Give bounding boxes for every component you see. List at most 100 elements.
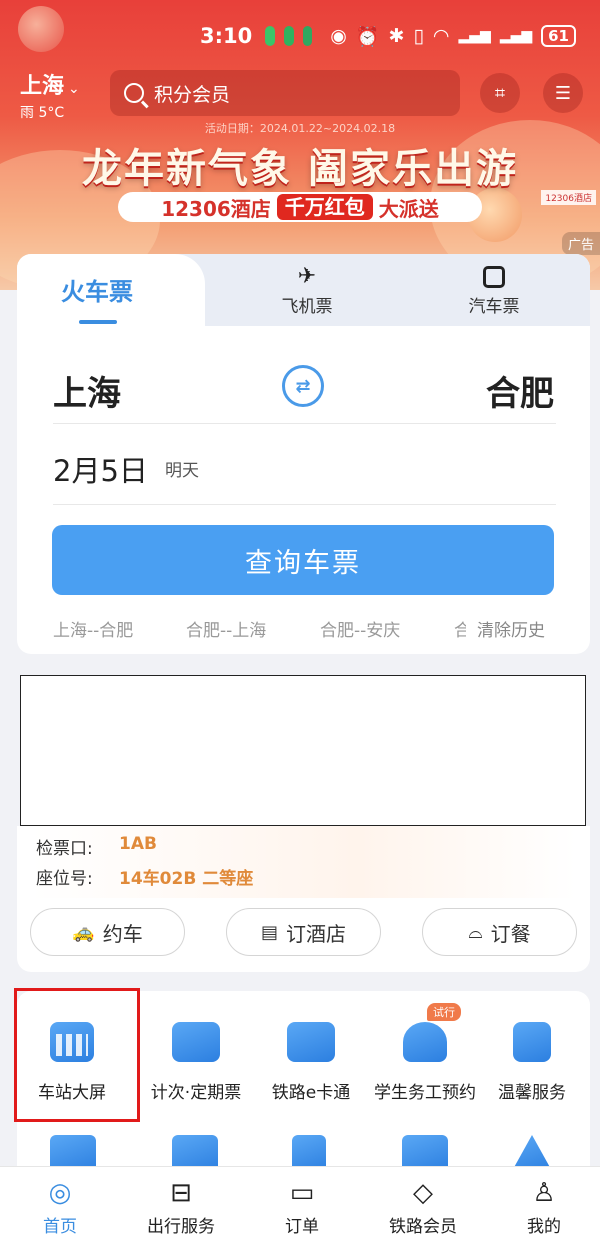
clear-history-button[interactable]: 清除历史 (477, 616, 545, 641)
book-hotel-button[interactable]: ▤ 订酒店 (226, 908, 381, 956)
tab-active-indicator (79, 320, 117, 324)
wechat-icon (265, 26, 275, 46)
history-item[interactable]: 上海--合肥 (53, 616, 133, 641)
car-icon: 🚕 (72, 921, 95, 943)
highlight-box (14, 988, 140, 1122)
departure-date-sub: 明天 (165, 461, 199, 481)
book-car-label: 约车 (102, 921, 143, 946)
promo-subtitle: 12306酒店 千万红包 大派送 (118, 192, 482, 222)
home-train-icon: ◎ (48, 1178, 72, 1208)
service-label: 铁路e卡通 (271, 1083, 351, 1103)
trip-info-background (31, 826, 576, 898)
ad-badge: 广告 (561, 232, 600, 255)
search-placeholder: 积分会员 (154, 83, 231, 106)
swap-stations-button[interactable]: ⇄ (282, 365, 324, 407)
signal-icon: ▂▄▆ (499, 28, 533, 44)
trial-badge: 试行 (427, 1003, 461, 1021)
tab-bus-label: 汽车票 (468, 297, 520, 317)
nav-label: 出行服务 (147, 1217, 215, 1237)
hotel-icon: ▤ (260, 921, 278, 943)
gate-value: 1AB (119, 834, 157, 854)
ticket-clock-icon (172, 1022, 220, 1062)
service-label: 学生务工预约 (374, 1083, 476, 1103)
tab-plane-label: 飞机票 (281, 297, 333, 317)
seat-label: 座位号: (36, 869, 93, 889)
seat-value: 14车02B 二等座 (119, 869, 254, 889)
weather-text: 雨 5°C (20, 105, 65, 121)
message-icon: ☰ (554, 82, 572, 104)
promo-sub-left: 12306酒店 (161, 196, 271, 221)
order-icon: ▭ (289, 1178, 315, 1208)
order-meal-label: 订餐 (490, 921, 531, 946)
app-notification-icon (302, 26, 313, 46)
chevron-down-icon: ⌄ (68, 81, 80, 97)
divider (53, 423, 556, 424)
service-periodic-ticket[interactable]: 计次·定期票 (136, 1022, 256, 1103)
battery-indicator: 61 (541, 25, 576, 47)
lantern-icon (18, 6, 64, 52)
status-time: 3:10 (200, 24, 253, 48)
plane-icon: ✈ (297, 264, 317, 289)
signal-icon: ▂▄▆ (458, 28, 491, 44)
nav-label: 订单 (285, 1217, 319, 1237)
vibrate-icon: ▯ (413, 25, 424, 47)
diamond-icon: ◇ (413, 1178, 433, 1208)
heart-box-icon (513, 1022, 551, 1062)
nav-travel-services[interactable]: ⊟ 出行服务 (131, 1177, 231, 1237)
luggage-icon: ⊟ (170, 1178, 192, 1208)
hotel-sign: 12306酒店 (541, 190, 596, 205)
history-item[interactable]: 合肥--安庆 (320, 616, 400, 641)
tab-train-label[interactable]: 火车票 (17, 272, 177, 307)
message-button[interactable]: ☰ (543, 73, 583, 113)
nav-membership[interactable]: ◇ 铁路会员 (373, 1177, 473, 1237)
bus-icon (483, 266, 505, 288)
city-name: 上海 (20, 74, 65, 99)
city-selector[interactable]: 上海 ⌄ 雨 5°C (20, 68, 80, 122)
arrival-station[interactable]: 合肥 (486, 366, 554, 415)
dining-icon: ⌓ (468, 921, 483, 943)
eye-icon: ◉ (330, 25, 347, 47)
order-meal-button[interactable]: ⌓ 订餐 (422, 908, 577, 956)
search-icon (124, 83, 144, 103)
upcoming-trip-card[interactable]: 检票口: 1AB 座位号: 14车02B 二等座 🚕 约车 ▤ 订酒店 ⌓ 订餐 (17, 826, 590, 972)
alarm-icon: ⏰ (355, 25, 380, 48)
redacted-area (20, 675, 586, 826)
search-input[interactable]: 积分会员 (110, 70, 460, 116)
promo-sub-right: 大派送 (378, 196, 439, 221)
app-notification-icon (283, 26, 294, 46)
wifi-icon: ◠ (432, 25, 450, 47)
service-ecard[interactable]: 铁路e卡通 (251, 1022, 371, 1103)
service-student-worker[interactable]: 学生务工预约 (365, 1022, 485, 1103)
service-care[interactable]: 温馨服务 (472, 1022, 592, 1103)
departure-date[interactable]: 2月5日 (53, 448, 148, 490)
tab-bus[interactable]: 汽车票 (414, 258, 574, 326)
bluetooth-icon: ✱ (388, 25, 405, 47)
status-bar: 3:10 ◉ ⏰ ✱ ▯ ◠ ▂▄▆ ▂▄▆ 61 (200, 18, 576, 54)
book-car-button[interactable]: 🚕 约车 (30, 908, 185, 956)
scan-button[interactable]: ⌗ (480, 73, 520, 113)
gate-label: 检票口: (36, 839, 93, 859)
card-icon (287, 1022, 335, 1062)
people-clock-icon (403, 1022, 447, 1062)
promo-date: 活动日期：2024.01.22~2024.02.18 (204, 122, 396, 135)
divider (53, 504, 556, 505)
service-label: 计次·定期票 (150, 1083, 242, 1103)
tab-plane[interactable]: ✈ 飞机票 (227, 258, 387, 326)
book-hotel-label: 订酒店 (286, 921, 346, 946)
bottom-nav: ◎ 首页 ⊟ 出行服务 ▭ 订单 ◇ 铁路会员 ♙ 我的 (0, 1166, 600, 1249)
nav-label: 铁路会员 (389, 1217, 457, 1237)
nav-label: 我的 (527, 1217, 561, 1237)
departure-station[interactable]: 上海 (53, 366, 121, 415)
swap-icon: ⇄ (295, 375, 311, 397)
ticket-search-card: 火车票 ✈ 飞机票 汽车票 上海 ⇄ 合肥 2月5日 明天 查询车票 上海--合… (17, 254, 590, 654)
query-tickets-button[interactable]: 查询车票 (52, 525, 554, 595)
history-item[interactable]: 合肥--上海 (186, 616, 266, 641)
nav-profile[interactable]: ♙ 我的 (494, 1177, 594, 1237)
nav-home[interactable]: ◎ 首页 (10, 1177, 110, 1237)
promo-sub-tag: 千万红包 (276, 194, 373, 220)
nav-orders[interactable]: ▭ 订单 (252, 1177, 352, 1237)
ticket-tabs: 火车票 ✈ 飞机票 汽车票 (17, 254, 590, 326)
scan-icon: ⌗ (494, 82, 506, 104)
history-item[interactable]: 合 (454, 616, 466, 641)
service-label: 温馨服务 (498, 1083, 566, 1103)
